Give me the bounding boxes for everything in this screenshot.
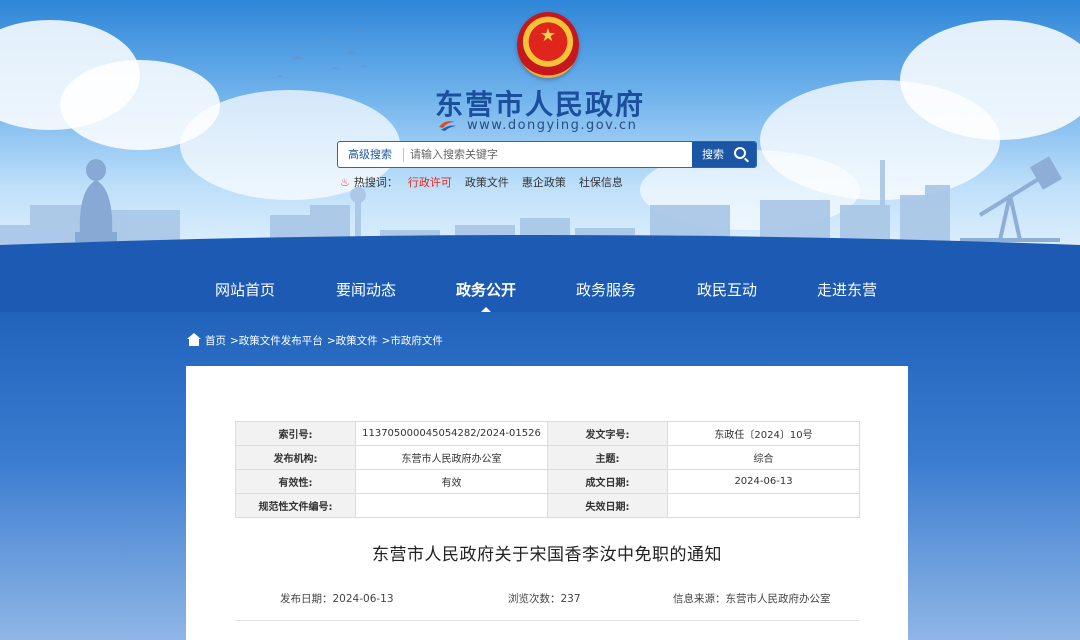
topic-label: 主题: [547, 445, 668, 470]
breadcrumb-home[interactable]: 首页 [205, 333, 226, 348]
expire-value [667, 493, 860, 518]
info-source-label: 信息来源： [673, 593, 726, 605]
norm-no-label: 规范性文件编号: [235, 493, 356, 518]
view-count-label: 浏览次数： [508, 593, 561, 605]
breadcrumb: 首页 >政策文件发布平台 >政策文件 >市政府文件 [186, 331, 447, 349]
validity-label: 有效性: [235, 469, 356, 494]
table-row: 索引号: 113705000045054282/2024-01526 发文字号:… [235, 421, 860, 446]
info-source-value: 东营市人民政府办公室 [725, 593, 831, 605]
org-value: 东营市人民政府办公室 [355, 445, 548, 470]
view-count-value: 237 [560, 593, 581, 605]
city-logo-icon [439, 121, 456, 131]
search-icon [734, 147, 746, 159]
expire-label: 失效日期: [547, 493, 668, 518]
search-button-label: 搜索 [702, 148, 724, 161]
search-input[interactable] [410, 142, 690, 167]
publish-date-label: 发布日期： [280, 593, 333, 605]
table-row: 有效性: 有效 成文日期: 2024-06-13 [235, 469, 860, 494]
document-meta-table: 索引号: 113705000045054282/2024-01526 发文字号:… [235, 421, 860, 518]
validity-value: 有效 [355, 469, 548, 494]
hot-word-link[interactable]: 政策文件 [465, 174, 509, 190]
nav-item-news[interactable]: 要闻动态 [321, 268, 411, 312]
date-value: 2024-06-13 [667, 469, 860, 494]
document-card: 索引号: 113705000045054282/2024-01526 发文字号:… [186, 366, 908, 640]
divider [235, 620, 860, 621]
hot-search-label: 热搜词： [353, 176, 398, 189]
table-row: 规范性文件编号: 失效日期: [235, 493, 860, 518]
doc-no-label: 发文字号: [547, 421, 668, 446]
main-nav: 网站首页 要闻动态 政务公开 政务服务 政民互动 走进东营 [0, 268, 1080, 312]
site-domain: www.dongying.gov.cn [467, 118, 638, 133]
birds-graphic [275, 29, 368, 78]
national-emblem-icon [517, 12, 579, 78]
search-bar: 高级搜索 搜索 [337, 141, 757, 168]
nav-item-gov-affairs[interactable]: 政务公开 [441, 268, 531, 312]
nav-item-interaction[interactable]: 政民互动 [682, 268, 772, 312]
site-title[interactable]: 东营市人民政府 [400, 83, 680, 123]
hot-word-link[interactable]: 惠企政策 [522, 174, 566, 190]
topic-value: 综合 [667, 445, 860, 470]
search-button[interactable]: 搜索 [692, 142, 756, 167]
view-count: 浏览次数：237 [508, 591, 581, 606]
header-banner: 东营市人民政府 www.dongying.gov.cn 高级搜索 搜索 ♨ 热搜… [0, 0, 1080, 268]
info-source: 信息来源：东营市人民政府办公室 [673, 591, 831, 606]
document-title: 东营市人民政府关于宋国香李汝中免职的通知 [372, 545, 722, 565]
table-row: 发布机构: 东营市人民政府办公室 主题: 综合 [235, 445, 860, 470]
search-divider [403, 148, 404, 162]
publish-date: 发布日期：2024-06-13 [280, 591, 394, 606]
hot-word-link[interactable]: 行政许可 [408, 174, 452, 190]
statue-graphic [75, 159, 117, 242]
index-no-label: 索引号: [235, 421, 356, 446]
doc-no-value: 东政任〔2024〕10号 [667, 421, 860, 446]
org-label: 发布机构: [235, 445, 356, 470]
nav-item-services[interactable]: 政务服务 [561, 268, 651, 312]
publish-date-value: 2024-06-13 [332, 593, 394, 605]
breadcrumb-city-docs[interactable]: >市政府文件 [382, 333, 443, 348]
hot-search-words: ♨ 热搜词： 行政许可 政策文件 惠企政策 社保信息 [340, 174, 636, 190]
norm-no-value [355, 493, 548, 518]
index-no-value: 113705000045054282/2024-01526 [355, 421, 548, 446]
breadcrumb-policy-docs[interactable]: >政策文件 [327, 333, 378, 348]
date-label: 成文日期: [547, 469, 668, 494]
nav-item-home[interactable]: 网站首页 [200, 268, 290, 312]
home-icon [186, 333, 202, 347]
advanced-search-link[interactable]: 高级搜索 [338, 142, 402, 167]
fire-icon: ♨ [340, 175, 350, 189]
nav-item-about[interactable]: 走进东营 [802, 268, 892, 312]
breadcrumb-policy-platform[interactable]: >政策文件发布平台 [230, 333, 323, 348]
hot-word-link[interactable]: 社保信息 [579, 174, 623, 190]
